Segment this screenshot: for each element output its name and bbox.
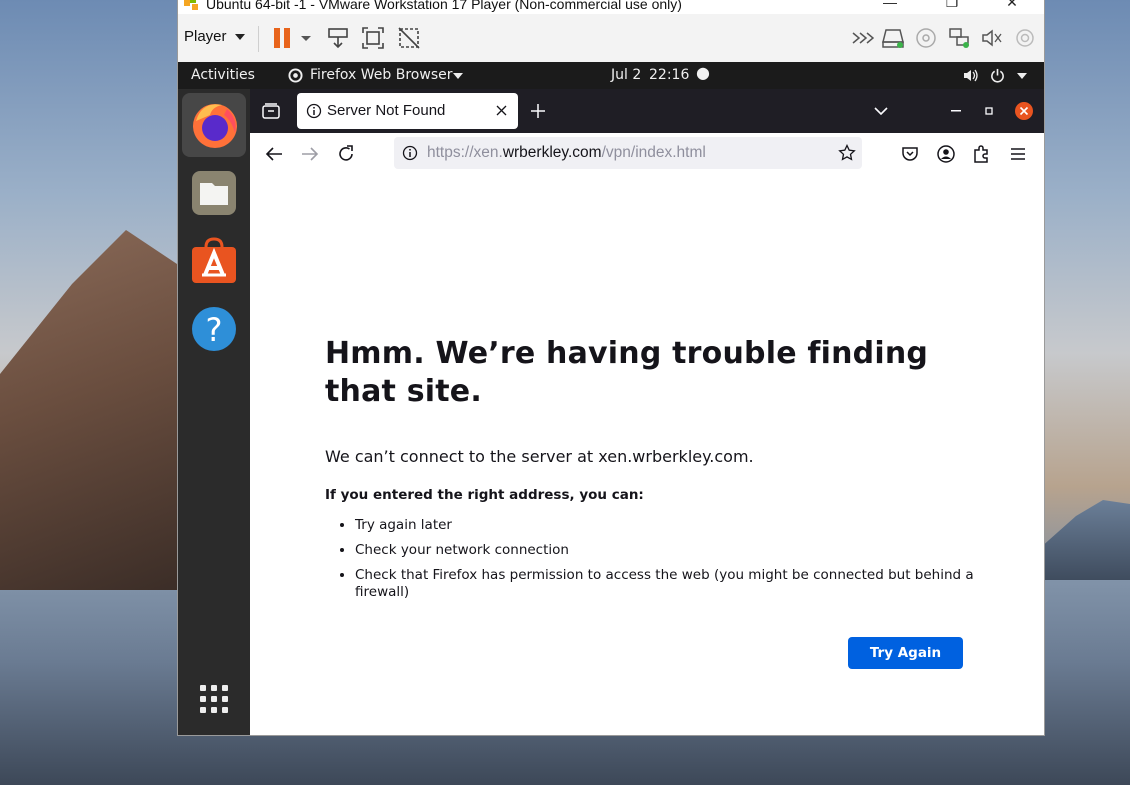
forward-icon[interactable] (850, 26, 874, 50)
vmware-window: Ubuntu 64-bit -1 - VMware Workstation 17… (177, 0, 1045, 736)
audio-icon[interactable] (980, 26, 1004, 50)
ff-minimize-icon[interactable] (951, 110, 961, 112)
ubuntu-guest-screen: Activities Firefox Web Browser Jul 2 22:… (178, 62, 1044, 735)
dock-help[interactable]: ? (182, 297, 246, 361)
chevron-down-icon (453, 73, 463, 79)
maximize-button[interactable]: ❐ (932, 0, 972, 11)
toolbar-divider (258, 26, 259, 52)
hamburger-menu-icon[interactable] (1007, 143, 1029, 165)
ubuntu-top-bar: Activities Firefox Web Browser Jul 2 22:… (178, 62, 1044, 89)
vmware-toolbar: Player (178, 14, 1044, 63)
ubuntu-dock: ? (178, 89, 250, 735)
url-path: /vpn/index.html (601, 144, 706, 161)
dock-show-apps[interactable] (182, 667, 246, 731)
network-icon[interactable] (947, 26, 971, 50)
tab-title: Server Not Found (327, 102, 446, 119)
site-info-icon[interactable] (402, 145, 418, 161)
list-item: Try again later (355, 517, 1005, 534)
help-icon: ? (192, 307, 236, 351)
system-menu-chevron-icon[interactable] (1017, 73, 1027, 79)
list-item: Check that Firefox has permission to acc… (355, 567, 1005, 601)
chevron-down-icon (234, 33, 245, 40)
error-description: We can’t connect to the server at xen.wr… (325, 447, 754, 466)
error-subtitle: If you entered the right address, you ca… (325, 487, 644, 503)
pocket-icon[interactable] (899, 143, 921, 165)
info-icon (306, 103, 322, 119)
dock-app-center[interactable] (182, 229, 246, 293)
list-item: Check your network connection (355, 542, 1005, 559)
account-icon[interactable] (935, 143, 957, 165)
usb-icon[interactable] (1013, 26, 1037, 50)
power-icon[interactable] (990, 68, 1005, 83)
list-all-tabs-icon[interactable] (874, 107, 888, 115)
clock-time[interactable]: 22:16 (649, 67, 689, 83)
close-button[interactable]: ✕ (992, 0, 1032, 11)
url-text[interactable]: https://xen.wrberkley.com/vpn/index.html (427, 144, 706, 162)
svg-text:?: ? (206, 311, 223, 349)
reload-icon[interactable] (335, 143, 357, 165)
url-prefix: https://xen. (427, 144, 503, 161)
dock-firefox[interactable] (182, 93, 246, 157)
cd-icon[interactable] (914, 26, 938, 50)
ff-close-icon[interactable] (1014, 101, 1034, 121)
bookmark-star-icon[interactable] (838, 144, 856, 162)
firefox-small-icon (288, 68, 303, 83)
clock-date[interactable]: Jul 2 (611, 67, 641, 83)
desktop-mountain-far (1040, 500, 1130, 580)
vmware-logo-icon (184, 0, 198, 10)
activities-button[interactable]: Activities (191, 67, 255, 83)
back-icon[interactable] (263, 143, 285, 165)
vmware-titlebar: Ubuntu 64-bit -1 - VMware Workstation 17… (178, 0, 1044, 14)
show-apps-icon (200, 685, 228, 713)
player-menu-label: Player (184, 28, 227, 45)
fullscreen-icon[interactable] (361, 26, 385, 50)
notification-dot-icon: ● (696, 63, 710, 82)
firefox-tab-bar: Server Not Found (250, 89, 1044, 133)
app-menu[interactable]: Firefox Web Browser (310, 67, 453, 83)
firefox-nav-bar: https://xen.wrberkley.com/vpn/index.html (250, 133, 1044, 176)
firefox-icon (193, 104, 237, 148)
error-title: Hmm. We’re having trouble finding that s… (325, 336, 929, 409)
vmware-title: Ubuntu 64-bit -1 - VMware Workstation 17… (206, 0, 682, 12)
hdd-icon[interactable] (881, 26, 905, 50)
unity-icon[interactable] (397, 26, 421, 50)
try-again-button[interactable]: Try Again (848, 637, 963, 669)
send-ctrl-alt-del-icon[interactable] (326, 26, 350, 50)
tab-overview-icon[interactable] (262, 103, 280, 119)
tab-server-not-found[interactable]: Server Not Found (297, 93, 518, 129)
firefox-window: Server Not Found https://xen.wrberkley.c… (250, 89, 1044, 735)
url-bar[interactable]: https://xen.wrberkley.com/vpn/index.html (394, 137, 862, 169)
tab-close-icon[interactable] (496, 105, 507, 116)
new-tab-icon[interactable] (531, 104, 545, 118)
suggestion-list: Try again later Check your network conne… (325, 509, 1005, 601)
minimize-button[interactable]: — (870, 0, 910, 10)
forward-nav-icon[interactable] (299, 143, 321, 165)
pause-icon[interactable] (271, 26, 295, 50)
url-domain: wrberkley.com (502, 144, 602, 161)
player-menu[interactable]: Player (184, 28, 245, 45)
desktop-mountain (0, 230, 180, 590)
dock-files[interactable] (182, 161, 246, 225)
ff-restore-icon[interactable] (984, 106, 994, 116)
app-center-icon (192, 237, 236, 283)
pause-dropdown-icon[interactable] (300, 26, 312, 50)
volume-icon[interactable] (963, 68, 979, 83)
page-content: Hmm. We’re having trouble finding that s… (250, 175, 1044, 735)
files-icon (192, 171, 236, 215)
extensions-icon[interactable] (971, 143, 993, 165)
